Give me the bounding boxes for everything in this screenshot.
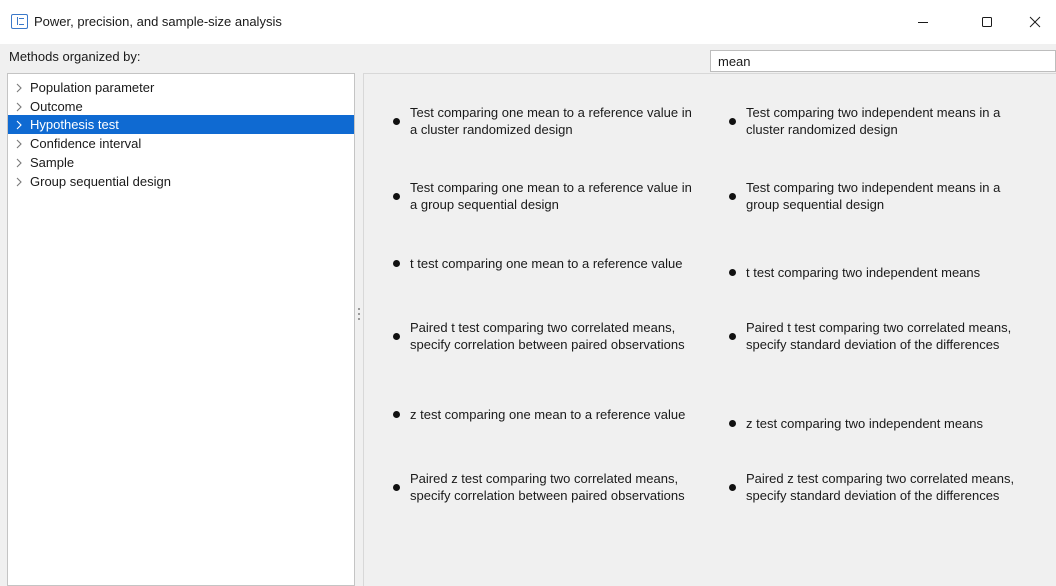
method-item[interactable]: Paired z test comparing two correlated m… [393,470,693,504]
method-label: Test comparing two independent means in … [746,105,1001,137]
method-item[interactable]: t test comparing one mean to a reference… [393,255,693,272]
chevron-right-icon[interactable] [8,78,30,97]
grip-dot [358,318,360,320]
method-item[interactable]: Test comparing two independent means in … [729,104,1019,138]
bullet-icon [729,332,736,340]
method-label: z test comparing two independent means [746,416,984,431]
method-label: Paired t test comparing two correlated m… [746,320,1012,352]
window: Power, precision, and sample-size analys… [0,0,1056,586]
method-label: Paired t test comparing two correlated m… [410,320,685,352]
bullet-icon [393,483,400,491]
tree-item-label: Hypothesis test [30,117,119,132]
bullet-icon [729,269,736,276]
chevron-right-icon[interactable] [8,172,30,191]
methods-panel: Test comparing one mean to a reference v… [363,73,1056,586]
title-bar: Power, precision, and sample-size analys… [0,0,1056,44]
method-item[interactable]: t test comparing two independent means [729,264,1029,281]
method-label: Paired z test comparing two correlated m… [746,471,1015,503]
method-label: Test comparing one mean to a reference v… [410,105,692,137]
tree-item-outcome[interactable]: Outcome [8,97,354,116]
method-item[interactable]: Test comparing two independent means in … [729,179,1019,213]
maximize-icon [982,17,992,27]
methods-organized-label: Methods organized by: [9,49,141,64]
bullet-icon [729,117,736,125]
close-icon [1029,16,1041,28]
close-button[interactable] [1012,0,1056,44]
minimize-icon [918,22,928,23]
bullet-icon [393,411,400,418]
maximize-button[interactable] [964,0,1010,44]
method-item[interactable]: Paired t test comparing two correlated m… [729,319,1019,353]
method-category-tree: Population parameter Outcome Hypothesis … [7,73,355,586]
tree-item-hypothesis-test[interactable]: Hypothesis test [8,115,354,134]
tree-item-label: Outcome [30,99,83,114]
bullet-icon [729,483,736,491]
method-label: z test comparing one mean to a reference… [410,407,686,422]
method-item[interactable]: Test comparing one mean to a reference v… [393,104,693,138]
method-item[interactable]: Paired z test comparing two correlated m… [729,470,1019,504]
search-input[interactable] [710,50,1056,72]
chevron-right-icon[interactable] [8,97,30,116]
bullet-icon [393,117,400,125]
tree-item-population-parameter[interactable]: Population parameter [8,78,354,97]
bullet-icon [393,332,400,340]
tree-item-label: Confidence interval [30,136,142,151]
method-label: t test comparing two independent means [746,265,981,280]
tree-item-label: Population parameter [30,80,155,95]
method-label: Test comparing one mean to a reference v… [410,180,692,212]
method-item[interactable]: Paired t test comparing two correlated m… [393,319,693,353]
panel-splitter[interactable] [355,73,363,586]
method-item[interactable]: z test comparing two independent means [729,415,1029,432]
grip-dot [358,308,360,310]
minimize-button[interactable] [900,0,946,44]
table-icon [11,14,28,29]
method-label: Paired z test comparing two correlated m… [410,471,685,503]
tree-item-group-sequential-design[interactable]: Group sequential design [8,172,354,191]
method-item[interactable]: z test comparing one mean to a reference… [393,406,693,423]
tree-item-label: Group sequential design [30,174,171,189]
tree-item-sample[interactable]: Sample [8,153,354,172]
window-title: Power, precision, and sample-size analys… [34,14,282,29]
method-item[interactable]: Test comparing one mean to a reference v… [393,179,693,213]
method-label: Test comparing two independent means in … [746,180,1001,212]
bullet-icon [393,192,400,200]
grip-dot [358,313,360,315]
bullet-icon [393,260,400,267]
bullet-icon [729,192,736,200]
tree-item-label: Sample [30,155,75,170]
method-label: t test comparing one mean to a reference… [410,256,683,271]
chevron-right-icon[interactable] [8,115,30,134]
chevron-right-icon[interactable] [8,134,30,153]
chevron-right-icon[interactable] [8,153,30,172]
bullet-icon [729,420,736,427]
tree-item-confidence-interval[interactable]: Confidence interval [8,134,354,153]
